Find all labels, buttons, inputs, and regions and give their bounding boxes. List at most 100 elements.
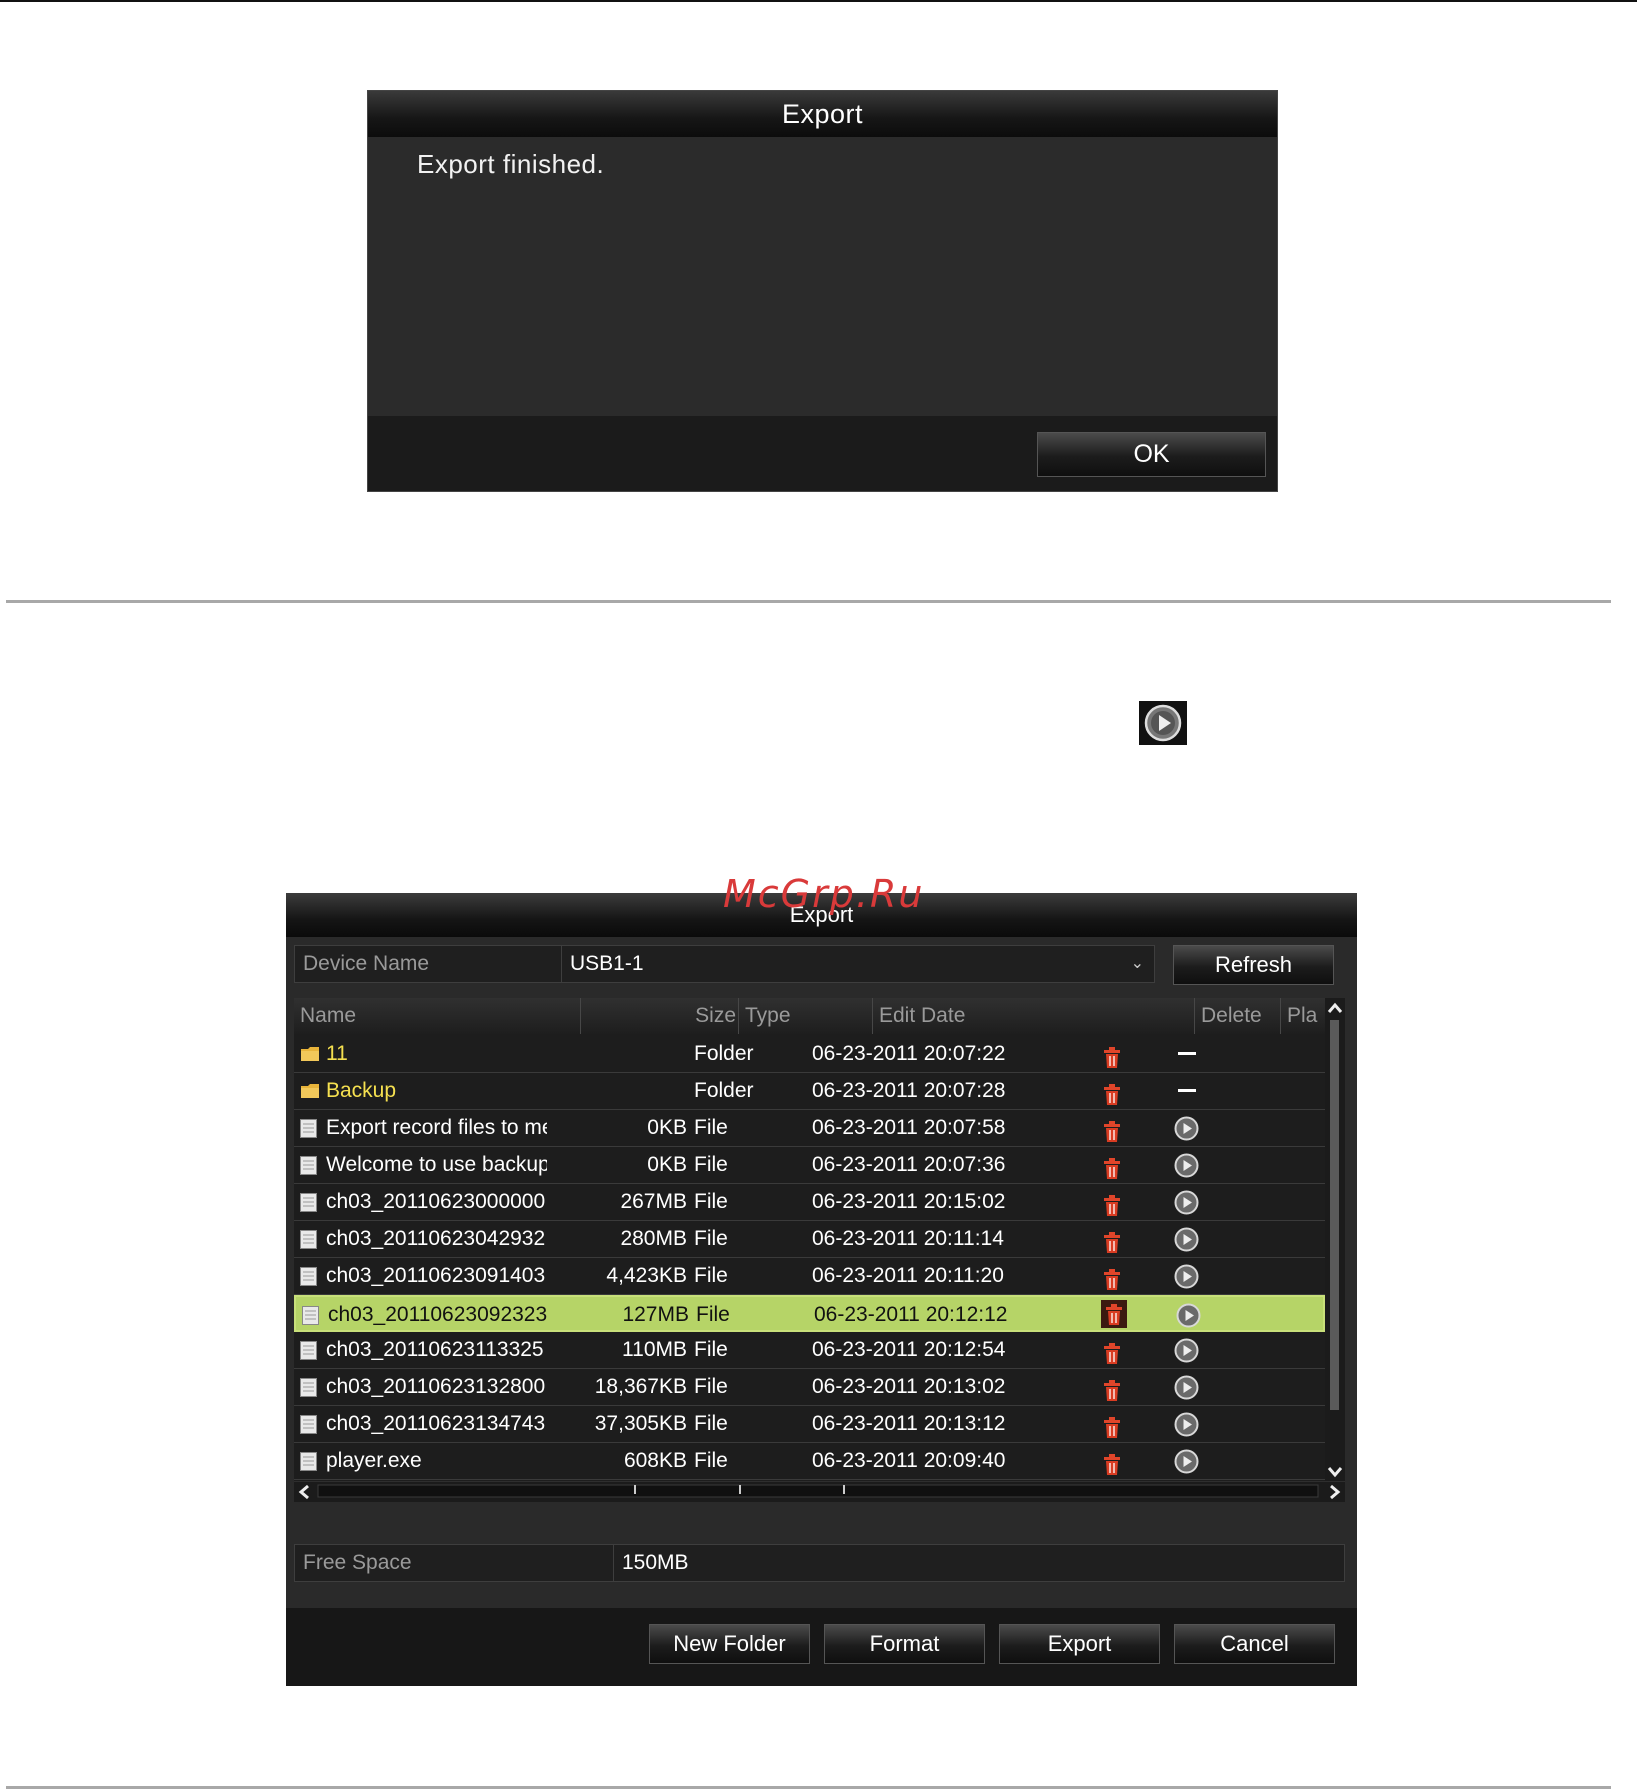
column-edit-date[interactable]: Edit Date [873,998,1195,1034]
file-name: ch03_20110623000000 [326,1190,546,1213]
file-edit-date: 06-23-2011 20:13:12 [812,1412,1006,1435]
watermark-text: McGrp.Ru [723,872,925,916]
dialog-footer: New Folder Format Export Cancel [286,1608,1357,1686]
play-circle-icon[interactable] [1176,1303,1201,1334]
table-row[interactable]: ch03_20110623091403 4,423KB File 06-23-2011… [294,1258,1325,1295]
trash-icon[interactable] [1104,1414,1120,1443]
column-name[interactable]: Name [294,998,581,1034]
folder-icon [300,1045,319,1064]
refresh-button[interactable]: Refresh [1173,945,1334,985]
file-size: 608KB [623,1449,687,1472]
cancel-button[interactable]: Cancel [1174,1624,1335,1664]
file-table: Name Size Type Edit Date Delete Pla 11 Fo… [294,998,1325,1481]
device-name-label: Device Name [303,952,430,975]
delete-cell [1094,1221,1164,1258]
play-circle-icon[interactable] [1174,1190,1199,1221]
file-name: Export record files to me [326,1116,547,1139]
play-cell [1164,1369,1209,1406]
table-row[interactable]: ch03_20110623000000 267MB File 06-23-2011 2… [294,1184,1325,1221]
horizontal-scrollbar[interactable] [294,1481,1345,1502]
table-row[interactable]: Welcome to use backup 0KB File 06-23-2011 2… [294,1147,1325,1184]
column-delete[interactable]: Delete [1195,998,1281,1034]
column-type[interactable]: Type [739,998,873,1034]
bottom-rule [6,1786,1611,1789]
play-circle-icon[interactable] [1174,1412,1199,1443]
file-type: Folder [694,1079,754,1102]
file-edit-date: 06-23-2011 20:07:58 [812,1116,1006,1139]
file-icon [300,1267,317,1286]
trash-icon[interactable] [1104,1118,1120,1147]
device-name-value: USB1-1 [570,952,644,975]
vertical-scrollbar[interactable] [1325,998,1345,1481]
file-icon [300,1193,317,1212]
dialog-message: Export finished. [417,149,605,179]
file-size: 0KB [647,1153,687,1176]
delete-cell [1094,1369,1164,1406]
table-row[interactable]: ch03_20110623113325 110MB File 06-23-2011 2… [294,1332,1325,1369]
play-circle-icon[interactable] [1174,1264,1199,1295]
ok-button[interactable]: OK [1037,432,1266,477]
device-name-select[interactable]: USB1-1 ⌄ [561,946,1154,982]
play-circle-icon[interactable] [1174,1227,1199,1258]
new-folder-button[interactable]: New Folder [649,1624,810,1664]
play-circle-icon[interactable] [1174,1116,1199,1147]
table-row[interactable]: player.exe 608KB File 06-23-2011 20:09:40 [294,1443,1325,1480]
file-edit-date: 06-23-2011 20:07:28 [812,1079,1006,1102]
file-name: ch03_20110623092323 [328,1303,548,1326]
file-name: ch03_20110623113325 [326,1338,544,1361]
trash-icon[interactable] [1104,1451,1120,1480]
trash-icon[interactable] [1104,1044,1120,1073]
play-circle-icon[interactable] [1174,1153,1199,1184]
free-space-value: 150MB [613,1545,1344,1581]
delete-cell [1094,1332,1164,1369]
play-cell [1164,1332,1209,1369]
file-edit-date: 06-23-2011 20:07:22 [812,1042,1006,1065]
delete-cell [1094,1184,1164,1221]
delete-cell [1094,1073,1164,1110]
trash-icon[interactable] [1104,1377,1120,1406]
format-button[interactable]: Format [824,1624,985,1664]
play-cell [1164,1221,1209,1258]
table-row[interactable]: Backup Folder 06-23-2011 20:07:28 [294,1073,1325,1110]
export-finished-dialog: Export Export finished. OK [367,90,1278,492]
delete-cell [1096,1297,1166,1334]
dialog-title: Export [368,91,1277,137]
export-button[interactable]: Export [999,1624,1160,1664]
play-circle-icon[interactable] [1174,1338,1199,1369]
file-icon [300,1119,317,1138]
play-cell [1164,1184,1209,1221]
play-cell [1164,1147,1209,1184]
table-row[interactable]: 11 Folder 06-23-2011 20:07:22 [294,1036,1325,1073]
play-circle-icon[interactable] [1174,1375,1199,1406]
play-cell [1164,1258,1209,1295]
trash-icon[interactable] [1104,1192,1120,1221]
table-row[interactable]: Export record files to me 0KB File 06-23-20… [294,1110,1325,1147]
file-size [549,1036,687,1073]
table-row[interactable]: ch03_20110623132800 18,367KB File 06-23-201… [294,1369,1325,1406]
file-size [549,1073,687,1110]
table-row[interactable]: ch03_20110623134743 37,305KB File 06-23-201… [294,1406,1325,1443]
trash-icon[interactable] [1101,1300,1127,1328]
file-name: Backup [326,1079,397,1102]
trash-icon[interactable] [1104,1081,1120,1110]
table-row[interactable]: ch03_20110623042932 280MB File 06-23-2011 2… [294,1221,1325,1258]
file-size: 37,305KB [594,1412,687,1435]
file-icon [302,1306,319,1325]
file-type: File [694,1412,728,1435]
column-size[interactable]: Size [581,998,739,1034]
trash-icon[interactable] [1104,1266,1120,1295]
trash-icon[interactable] [1104,1340,1120,1369]
trash-icon[interactable] [1104,1155,1120,1184]
column-play[interactable]: Pla [1281,998,1325,1034]
file-size: 0KB [647,1116,687,1139]
dash-icon [1178,1052,1196,1055]
file-name: ch03_20110623134743 [326,1412,546,1435]
file-edit-date: 06-23-2011 20:07:36 [812,1153,1006,1176]
file-icon [300,1230,317,1249]
trash-icon[interactable] [1104,1229,1120,1258]
file-name: 11 [326,1042,348,1065]
table-row[interactable]: ch03_20110623092323 127MB File 06-23-2011 2… [294,1295,1325,1332]
play-circle-icon[interactable] [1174,1449,1199,1480]
file-edit-date: 06-23-2011 20:11:20 [812,1264,1004,1287]
file-edit-date: 06-23-2011 20:12:54 [812,1338,1006,1361]
